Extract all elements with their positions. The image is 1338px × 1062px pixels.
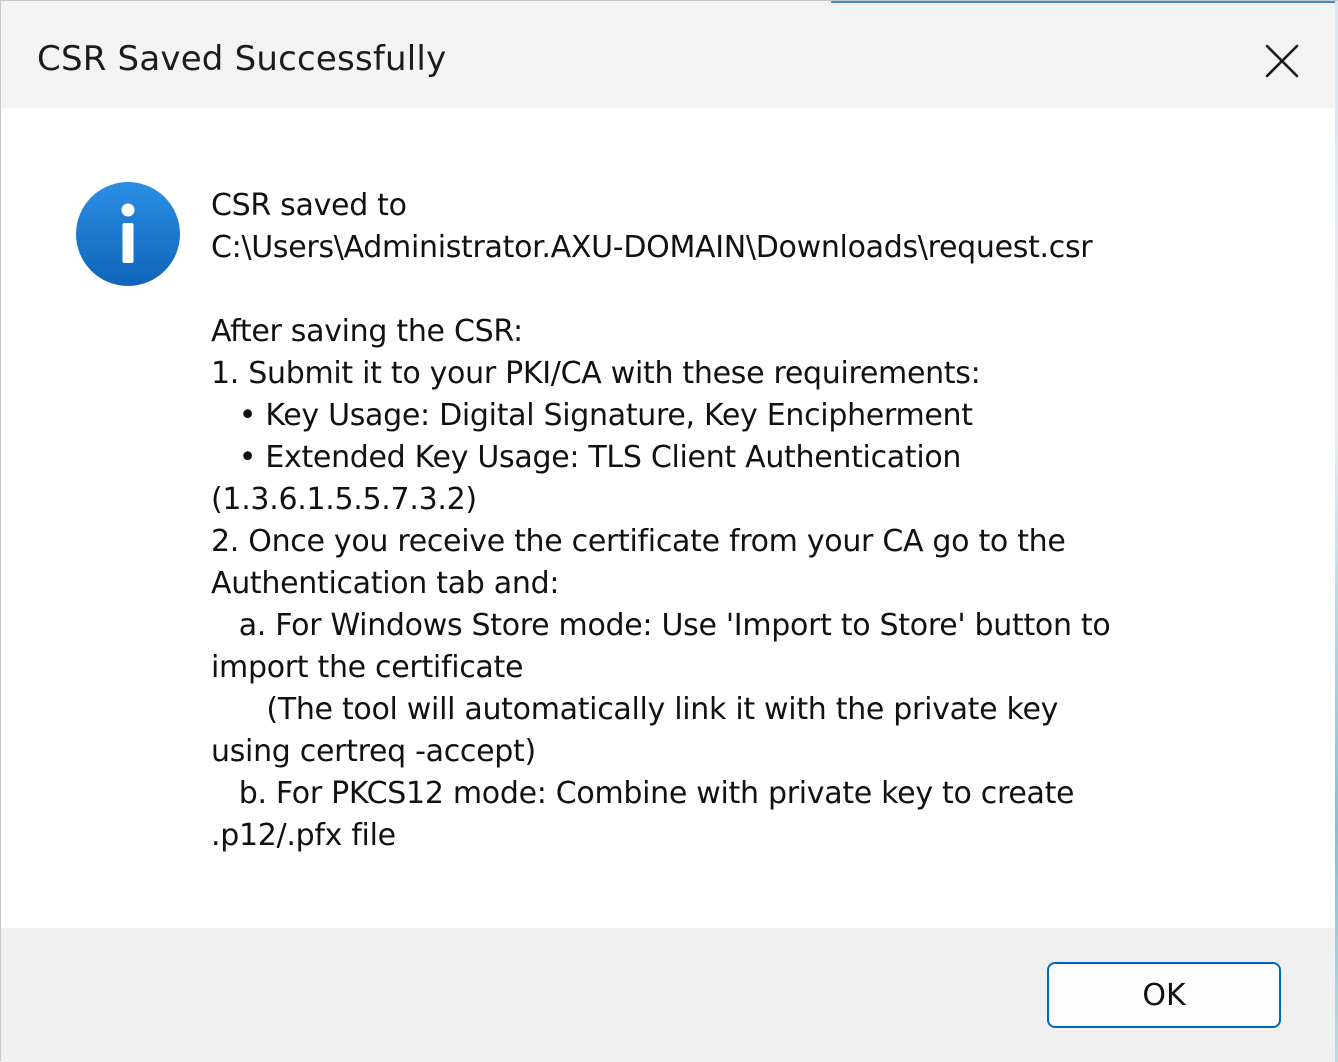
- message-line: a. For Windows Store mode: Use 'Import t…: [211, 608, 1111, 643]
- message-line: • Extended Key Usage: TLS Client Authent…: [211, 440, 962, 475]
- title-bar: CSR Saved Successfully: [1, 1, 1336, 108]
- message-dialog: CSR Saved Successfully CSR saved to C:\Us…: [0, 0, 1338, 1062]
- ok-button[interactable]: OK: [1047, 962, 1281, 1028]
- message-line: (The tool will automatically link it wit…: [211, 692, 1059, 727]
- message-line: [211, 269, 1311, 311]
- message-line: import the certificate: [211, 650, 524, 685]
- dialog-title: CSR Saved Successfully: [37, 39, 447, 79]
- message-line: (1.3.6.1.5.5.7.3.2): [211, 482, 477, 517]
- message-line: C:\Users\Administrator.AXU-DOMAIN\Downlo…: [211, 230, 1093, 265]
- window-edge-highlight: [831, 1, 1338, 3]
- message-text: CSR saved to C:\Users\Administrator.AXU-D…: [211, 185, 1311, 857]
- message-line: b. For PKCS12 mode: Combine with private…: [211, 776, 1075, 811]
- message-line: • Key Usage: Digital Signature, Key Enci…: [211, 398, 973, 433]
- close-icon: [1265, 44, 1299, 78]
- message-line: 2. Once you receive the certificate from…: [211, 524, 1066, 559]
- message-line: CSR saved to: [211, 188, 407, 223]
- close-button[interactable]: [1241, 29, 1321, 91]
- message-line: Authentication tab and:: [211, 566, 560, 601]
- message-line: 1. Submit it to your PKI/CA with these r…: [211, 356, 981, 391]
- information-icon: [75, 181, 181, 287]
- message-line: .p12/.pfx file: [211, 818, 396, 853]
- message-line: After saving the CSR:: [211, 314, 523, 349]
- message-line: using certreq -accept): [211, 734, 536, 769]
